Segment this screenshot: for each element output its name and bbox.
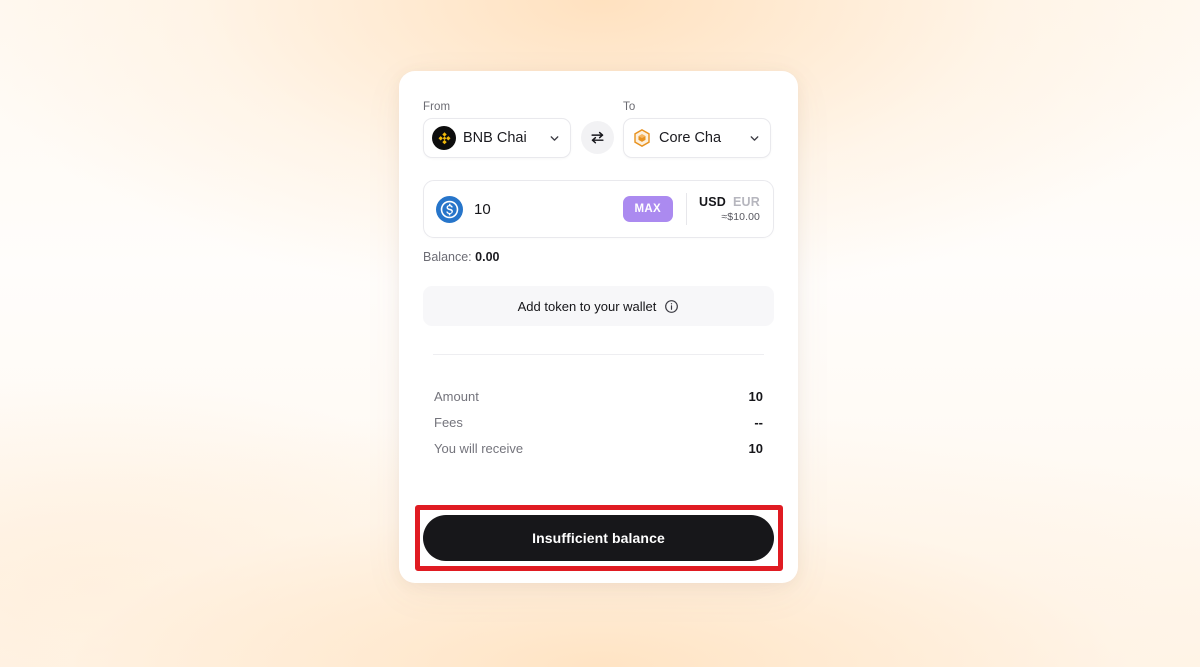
swap-direction-group [571,121,623,158]
balance-value: 0.00 [475,250,500,264]
chevron-down-icon [550,135,559,141]
fiat-tabs: USD EUR [699,195,760,209]
summary-key-fees: Fees [434,414,463,430]
transaction-summary: Amount 10 Fees -- You will receive 10 [423,383,774,461]
info-circle-icon[interactable] [664,299,679,314]
summary-row-fees: Fees -- [434,409,763,435]
from-chain-group: From BNB Chai [423,101,571,158]
summary-row-amount: Amount 10 [434,383,763,409]
from-chain-select[interactable]: BNB Chai [423,118,571,158]
usdc-token-icon [436,195,463,223]
fiat-currency-group: USD EUR ≈$10.00 [699,195,760,223]
summary-value-fees: -- [754,414,763,430]
section-divider [433,354,764,355]
bridge-card: From BNB Chai To Core Cha 10 MAX USD EUR… [399,71,798,583]
amount-input[interactable] [474,200,594,218]
page-background: From BNB Chai To Core Cha 10 MAX USD EUR… [0,0,1200,667]
balance-row: Balance: 0.00 [423,250,774,264]
cta-zone: Insufficient balance [423,515,774,561]
bnb-chain-icon [432,126,456,150]
amount-input-box: MAX USD EUR ≈$10.00 [423,180,774,238]
to-chain-group: To Core Cha [623,101,771,158]
summary-key-amount: Amount [434,388,479,404]
add-token-label: Add token to your wallet [517,298,657,314]
add-token-button[interactable]: Add token to your wallet [423,286,774,326]
fiat-tab-eur[interactable]: EUR [733,195,760,209]
from-chain-name: BNB Chai [463,130,527,146]
insufficient-balance-button[interactable]: Insufficient balance [423,515,774,561]
chevron-down-icon [750,135,759,141]
summary-value-amount: 10 [748,388,763,404]
summary-key-receive: You will receive [434,440,524,456]
core-chain-icon [632,128,652,148]
chain-selection-row: From BNB Chai To Core Cha [423,101,774,158]
from-label: From [423,101,451,113]
to-label: To [623,101,636,113]
swap-arrows-icon [590,131,604,144]
to-chain-name: Core Cha [659,130,722,146]
fiat-approx-value: ≈$10.00 [721,211,760,223]
to-chain-select[interactable]: Core Cha [623,118,771,158]
amount-divider [686,193,687,225]
summary-row-receive: You will receive 10 [434,435,763,461]
fiat-tab-usd[interactable]: USD [699,195,726,209]
balance-label: Balance: [423,250,472,264]
max-button[interactable]: MAX [622,196,673,222]
swap-direction-button[interactable] [580,121,614,154]
summary-value-receive: 10 [748,440,763,456]
